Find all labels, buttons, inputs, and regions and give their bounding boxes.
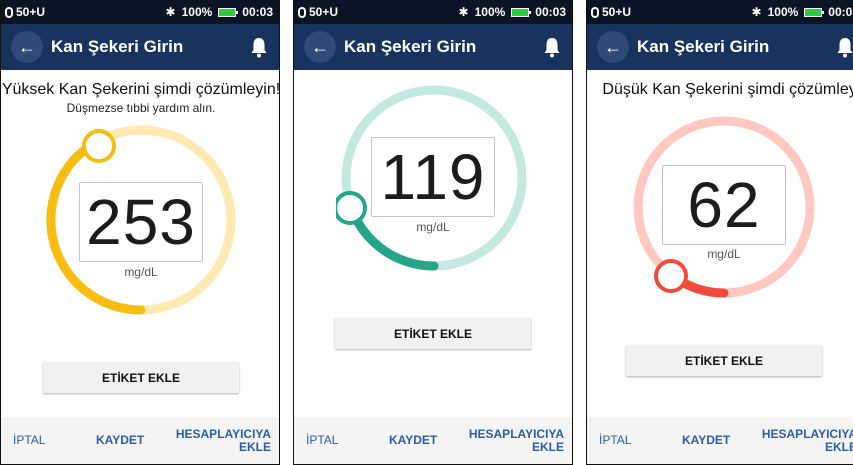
unit-label: mg/dL (707, 247, 741, 261)
bell-icon[interactable] (835, 35, 853, 59)
pod-icon (591, 6, 599, 18)
alert-headline: Düşük Kan Şekerini şimdi çözümleyin! (602, 81, 853, 98)
save-button[interactable]: KAYDET (96, 433, 144, 447)
unit-label: mg/dL (416, 220, 450, 234)
battery-icon (218, 7, 239, 17)
cancel-button[interactable]: İPTAL (599, 433, 631, 447)
bluetooth-icon: ✱ (165, 5, 176, 19)
add-tag-button[interactable]: ETİKET EKLE (43, 362, 239, 393)
glucose-reading: 62 (662, 165, 786, 245)
battery-percent: 100% (767, 5, 799, 19)
footer-bar: İPTAL KAYDET HESAPLAYICIYA EKLE (587, 417, 853, 464)
footer-bar: İPTAL KAYDET HESAPLAYICIYA EKLE (294, 417, 572, 464)
glucose-reading: 119 (371, 137, 495, 217)
alert-headline: Yüksek Kan Şekerini şimdi çözümleyin! (1, 81, 280, 98)
gauge-handle (82, 129, 116, 163)
bluetooth-icon: ✱ (751, 5, 762, 19)
battery-icon (804, 7, 825, 17)
unit-label: mg/dL (124, 265, 158, 279)
status-bar: 50+U ✱ 100% 00:03 (1, 0, 279, 24)
clock: 00:03 (535, 5, 566, 19)
add-to-calculator-button[interactable]: HESAPLAYICIYA EKLE (171, 428, 271, 454)
back-arrow-icon: ← (18, 36, 36, 57)
pod-icon (298, 6, 306, 18)
battery-percent: 100% (474, 5, 506, 19)
back-button[interactable]: ← (597, 31, 629, 63)
screen-low-glucose: 50+U ✱ 100% 00:03 ← Kan Şekeri Girin Düş… (586, 0, 853, 465)
page-title: Kan Şekeri Girin (637, 37, 770, 56)
screen-high-glucose: 50+U ✱ 100% 00:03 ← Kan Şekeri Girin Yük… (0, 0, 280, 465)
page-title: Kan Şekeri Girin (344, 37, 477, 56)
cancel-button[interactable]: İPTAL (13, 433, 45, 447)
status-bar: 50+U ✱ 100% 00:03 (294, 0, 572, 24)
status-bar: 50+U ✱ 100% 00:03 (587, 0, 853, 24)
glucose-reading: 253 (79, 182, 203, 262)
pod-label: 50+U (602, 5, 632, 19)
app-bar: ← Kan Şekeri Girin (1, 24, 279, 70)
app-bar: ← Kan Şekeri Girin (587, 24, 853, 70)
clock: 00:03 (828, 5, 853, 19)
back-arrow-icon: ← (604, 36, 622, 57)
cancel-button[interactable]: İPTAL (306, 433, 338, 447)
footer-bar: İPTAL KAYDET HESAPLAYICIYA EKLE (1, 417, 279, 464)
screen-normal-glucose: 50+U ✱ 100% 00:03 ← Kan Şekeri Girin 119… (293, 0, 573, 465)
alert-subline: Düşmezse tıbbi yardım alın. (66, 101, 216, 115)
add-to-calculator-button[interactable]: HESAPLAYICIYA EKLE (757, 428, 853, 454)
bell-icon[interactable] (542, 35, 562, 59)
add-tag-button[interactable]: ETİKET EKLE (626, 345, 822, 376)
app-bar: ← Kan Şekeri Girin (294, 24, 572, 70)
clock: 00:03 (242, 5, 273, 19)
gauge-handle (654, 259, 688, 293)
back-arrow-icon: ← (311, 36, 329, 57)
bell-icon[interactable] (249, 35, 269, 59)
add-tag-button[interactable]: ETİKET EKLE (335, 318, 531, 349)
add-to-calculator-button[interactable]: HESAPLAYICIYA EKLE (464, 428, 564, 454)
page-title: Kan Şekeri Girin (51, 37, 184, 56)
pod-icon (5, 6, 13, 18)
gauge-handle (336, 191, 367, 225)
back-button[interactable]: ← (11, 31, 43, 63)
pod-label: 50+U (16, 5, 46, 19)
bluetooth-icon: ✱ (458, 5, 469, 19)
battery-icon (511, 7, 532, 17)
save-button[interactable]: KAYDET (682, 433, 730, 447)
save-button[interactable]: KAYDET (389, 433, 437, 447)
back-button[interactable]: ← (304, 31, 336, 63)
battery-percent: 100% (181, 5, 213, 19)
pod-label: 50+U (309, 5, 339, 19)
